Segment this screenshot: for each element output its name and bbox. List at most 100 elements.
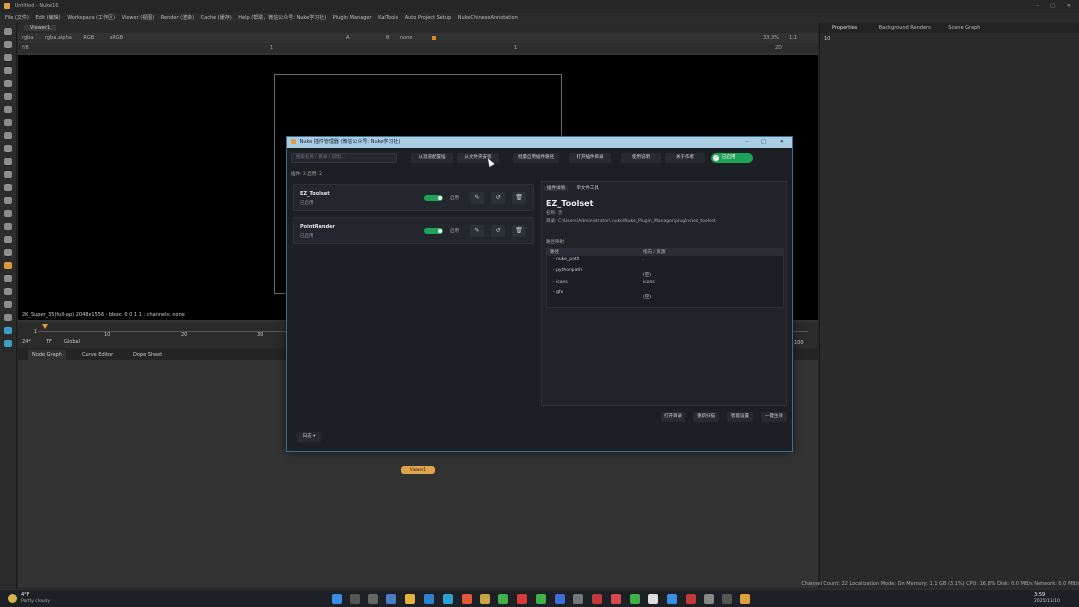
wipe-color-icon[interactable] — [432, 36, 436, 40]
enable-all-toggle[interactable]: ✓ 已启用 — [711, 153, 753, 163]
tab-curve-editor[interactable]: Curve Editor — [78, 350, 117, 360]
dialog-close-button[interactable]: ✕ — [780, 137, 784, 148]
particles-tool-icon[interactable] — [4, 210, 12, 217]
table-row[interactable]: - gfx (空) — [547, 290, 783, 301]
terminal-icon[interactable] — [722, 594, 732, 604]
weather-icon[interactable] — [8, 594, 17, 603]
wechat-icon[interactable] — [536, 594, 546, 604]
dialog-minimize-button[interactable]: – — [746, 137, 749, 148]
menu-help[interactable]: Help (帮助，微信公众号: Nuke学习社) — [238, 15, 326, 21]
layer-select[interactable]: rgba.alpha — [45, 35, 72, 41]
minimize-button[interactable]: – — [1037, 0, 1040, 13]
zoom-select[interactable]: 33.3% — [763, 33, 779, 43]
other-tool-icon[interactable] — [4, 223, 12, 230]
tab-scene-graph[interactable]: Scene Graph — [948, 25, 980, 31]
delete-icon[interactable]: 🗑 — [512, 192, 526, 204]
close-button[interactable]: ✕ — [1067, 0, 1071, 13]
tab-node-graph[interactable]: Node Graph — [28, 350, 66, 360]
widgets-icon[interactable] — [386, 594, 396, 604]
edit-icon[interactable]: ✎ — [470, 192, 484, 204]
about-author-button[interactable]: 关于作者 — [665, 153, 705, 163]
merge-tool-icon[interactable] — [4, 119, 12, 126]
a-input-select[interactable]: A — [346, 33, 349, 43]
reload-icon[interactable]: ↺ — [491, 192, 505, 204]
batch-enable-path-button[interactable]: 批量启用插件路径 — [513, 153, 559, 163]
app-icon-9[interactable] — [667, 594, 677, 604]
config-plugin-button[interactable]: 从温道配置插 — [411, 153, 453, 163]
image-tool-icon[interactable] — [4, 28, 12, 35]
reload-icon[interactable]: ↺ — [491, 225, 505, 237]
search-icon[interactable] — [350, 594, 360, 604]
ezt-tool-icon[interactable] — [4, 275, 12, 282]
tf-select[interactable]: TF — [46, 339, 52, 345]
tab-background-renders[interactable]: Background Renders — [879, 25, 931, 31]
nuke-x-icon[interactable] — [4, 327, 12, 334]
table-row[interactable]: - pythonpath (空) — [547, 268, 783, 279]
search-input[interactable]: 搜索名称 / 目录 / 说明... — [291, 153, 397, 163]
menu-workspace[interactable]: Workspace (工作区) — [67, 15, 115, 21]
app-icon-1[interactable] — [480, 594, 490, 604]
plugin-card-ez-toolset[interactable]: EZ_Toolset 已启用 启用 ✎ ↺ 🗑 — [293, 184, 534, 211]
edge-icon[interactable] — [443, 594, 453, 604]
app-icon-3[interactable] — [517, 594, 527, 604]
metadata-tool-icon[interactable] — [4, 171, 12, 178]
app-icon-6[interactable] — [611, 594, 621, 604]
colorspace-out-select[interactable]: sRGB — [110, 35, 123, 41]
tab-dope-sheet[interactable]: Dope Sheet — [129, 350, 166, 360]
plugin-enable-switch[interactable] — [424, 228, 443, 234]
cara-tool-icon[interactable] — [4, 236, 12, 243]
plugin-enable-switch[interactable] — [424, 195, 443, 201]
mode-2d-select[interactable]: 2D — [775, 43, 782, 53]
table-row[interactable]: - nuke_path . — [547, 257, 783, 268]
edit-icon[interactable]: ✎ — [470, 225, 484, 237]
app-icon-4[interactable] — [555, 594, 565, 604]
gizmo-tool-icon[interactable] — [4, 288, 12, 295]
none-select[interactable]: none — [400, 33, 412, 43]
delete-icon[interactable]: 🗑 — [512, 225, 526, 237]
menu-file[interactable]: File (文件) — [5, 15, 29, 21]
furnace-tool-icon[interactable] — [4, 249, 12, 256]
playhead-icon[interactable] — [42, 324, 48, 329]
channel-tool-icon[interactable] — [4, 67, 12, 74]
global-select[interactable]: Global — [64, 339, 80, 345]
pr-tool-icon[interactable] — [4, 314, 12, 321]
open-dir-button[interactable]: 打开目录 — [661, 412, 685, 422]
dialog-maximize-button[interactable]: □ — [761, 137, 766, 148]
menu-render[interactable]: Render (渲染) — [161, 15, 194, 21]
views-tool-icon[interactable] — [4, 158, 12, 165]
dialog-titlebar[interactable]: Nuke 插件管理器 (微信公众号: Nuke学习社) – □ ✕ — [287, 137, 792, 148]
tab-plugin-detail[interactable]: 插件详情 — [544, 186, 568, 191]
kt-tool-icon[interactable] — [4, 301, 12, 308]
menu-edit[interactable]: Edit (编辑) — [35, 15, 60, 21]
app-icon-2[interactable] — [498, 594, 508, 604]
plugin-card-pointrender[interactable]: PointRender 已启用 启用 ✎ ↺ 🗑 — [293, 217, 534, 244]
nuke-taskbar-icon[interactable] — [740, 594, 750, 604]
smart-setup-button[interactable]: 智能设置 — [727, 412, 753, 422]
tab-single-file-tools[interactable]: 单文件工具 — [573, 186, 602, 191]
maximize-button[interactable]: □ — [1050, 0, 1055, 13]
store-icon[interactable] — [424, 594, 434, 604]
fps-select[interactable]: 24* — [22, 339, 31, 345]
viewer-node[interactable]: Viewer1 — [401, 466, 435, 474]
chrome-icon[interactable] — [462, 594, 472, 604]
app-icon-10[interactable] — [686, 594, 696, 604]
color-tool-icon[interactable] — [4, 80, 12, 87]
time-tool-icon[interactable] — [4, 54, 12, 61]
3d-tool-icon[interactable] — [4, 145, 12, 152]
transform-tool-icon[interactable] — [4, 132, 12, 139]
menu-cache[interactable]: Cache (缓存) — [201, 15, 232, 21]
menu-viewer[interactable]: Viewer (视图) — [122, 15, 155, 21]
open-plugin-dir-button[interactable]: 打开插件目录 — [569, 153, 611, 163]
filter-tool-icon[interactable] — [4, 93, 12, 100]
toolsets-tool-icon[interactable] — [4, 184, 12, 191]
start-icon[interactable] — [332, 594, 342, 604]
app-icon-11[interactable] — [704, 594, 714, 604]
b-input-select[interactable]: B — [386, 33, 389, 43]
keyer-tool-icon[interactable] — [4, 106, 12, 113]
gamma-field[interactable]: 1 — [514, 43, 517, 53]
app-icon-7[interactable] — [630, 594, 640, 604]
menu-kaitools[interactable]: KaiTools — [378, 15, 398, 21]
nuke-studio-icon[interactable] — [4, 340, 12, 347]
colorspace-in-select[interactable]: RGB — [83, 35, 94, 41]
rescan-button[interactable]: 重新扫描 — [693, 412, 719, 422]
